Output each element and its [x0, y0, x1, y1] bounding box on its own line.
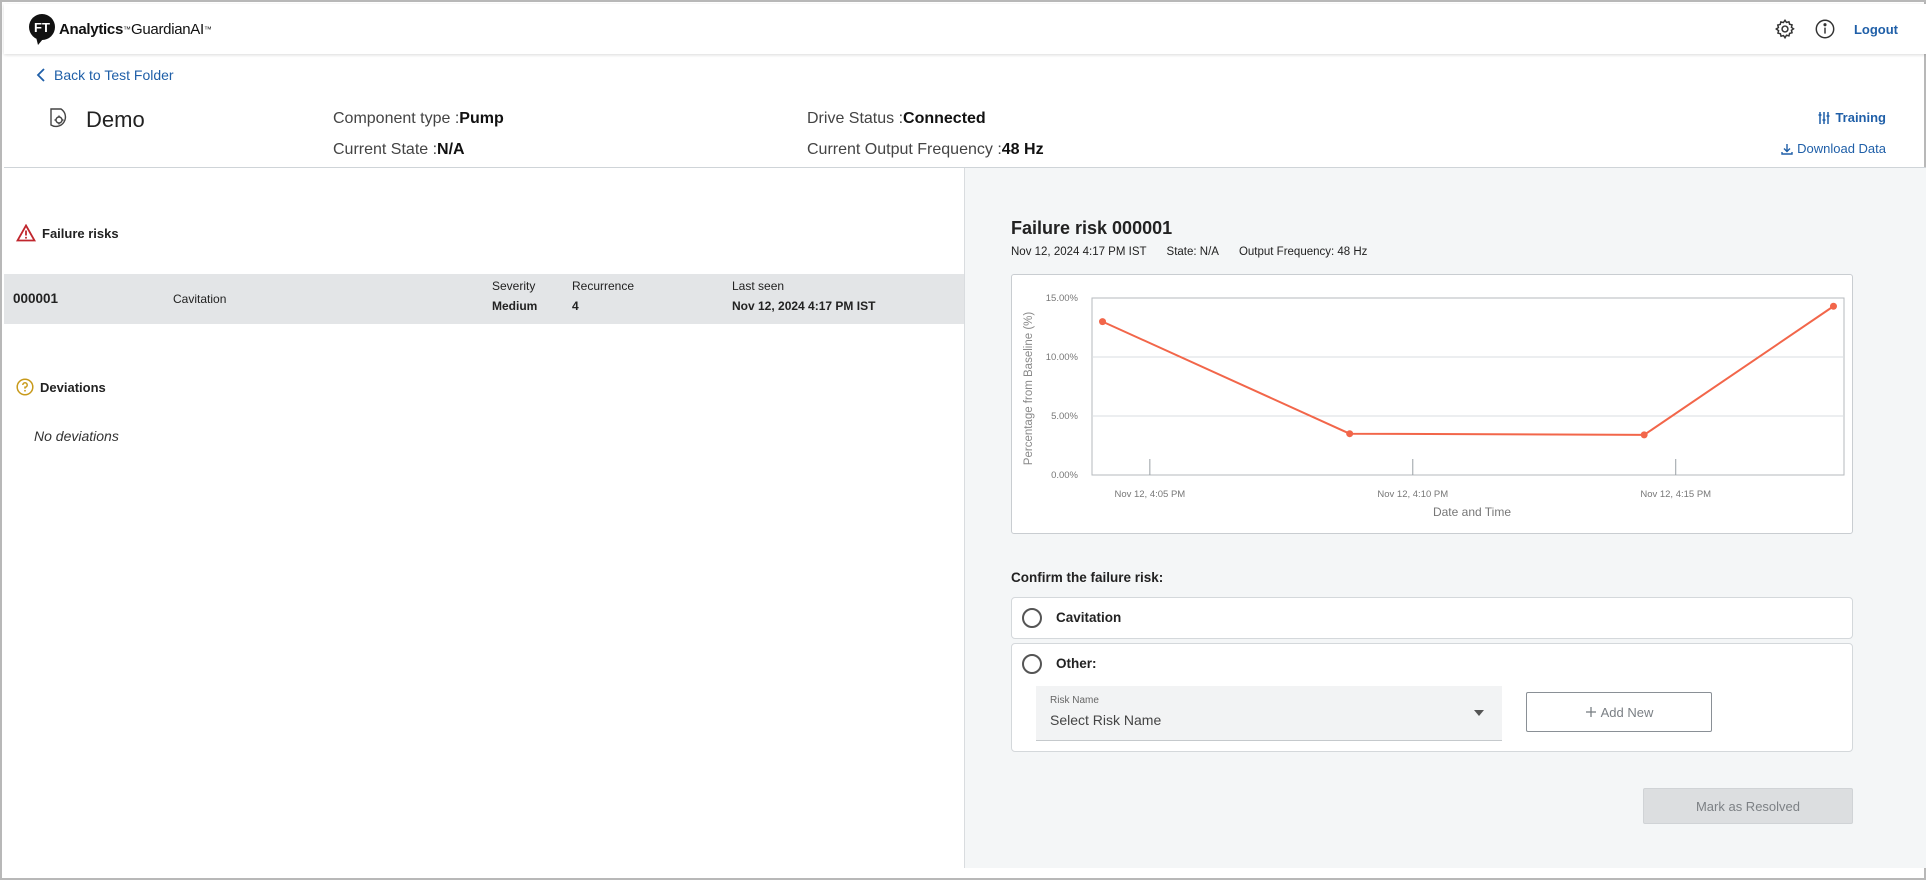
- confirm-risk-label: Confirm the failure risk:: [1011, 570, 1164, 585]
- output-frequency-label: Current Output Frequency :: [807, 141, 1002, 158]
- svg-text:FT: FT: [34, 20, 50, 35]
- back-to-folder-link[interactable]: Back to Test Folder: [36, 67, 174, 83]
- trademark-mark-2: ™: [203, 25, 212, 34]
- brand-name-product: GuardianAI: [131, 21, 204, 38]
- logout-link[interactable]: Logout: [1854, 22, 1898, 37]
- page-title: Demo: [86, 107, 145, 132]
- risk-trend-chart: 0.00% 5.00% 10.00% 15.00% Nov 12, 4:05 PM Nov…: [1011, 274, 1853, 534]
- output-frequency-field: Current Output Frequency :48 Hz: [807, 141, 1044, 159]
- risk-name-label: Risk Name: [1050, 695, 1099, 706]
- top-bar: FT Analytics ™ GuardianAI ™ Logout: [4, 4, 1926, 54]
- y-tick-label: 0.00%: [1051, 470, 1078, 481]
- component-type-field: Component type :Pump: [333, 110, 504, 128]
- page-title-group: Demo: [46, 106, 145, 134]
- last-seen-value: Nov 12, 2024 4:17 PM IST: [732, 299, 876, 313]
- recurrence-label: Recurrence: [572, 279, 635, 293]
- current-state-value: N/A: [437, 141, 465, 158]
- risk-timestamp: Nov 12, 2024 4:17 PM IST: [1011, 246, 1147, 258]
- last-seen-label: Last seen: [732, 279, 785, 293]
- current-state-label: Current State :: [333, 141, 438, 158]
- failure-risks-title: Failure risks: [42, 225, 119, 241]
- mark-as-resolved-button[interactable]: Mark as Resolved: [1643, 788, 1853, 824]
- app-frame: FT Analytics ™ GuardianAI ™ Logout Back …: [0, 0, 1926, 880]
- download-data-link[interactable]: Download Data: [1781, 141, 1886, 156]
- add-new-label: Add New: [1600, 704, 1654, 720]
- failure-risk-row[interactable]: 000001 Cavitation Severity Medium Recurr…: [4, 274, 964, 324]
- pump-component-icon: [50, 108, 67, 128]
- data-point: [1346, 430, 1354, 438]
- risk-id: 000001: [13, 291, 59, 306]
- cavitation-radio[interactable]: [1022, 608, 1042, 628]
- caret-down-icon: [1474, 710, 1484, 716]
- risk-output-frequency: Output Frequency: 48 Hz: [1238, 246, 1368, 258]
- sliders-icon: [1818, 111, 1830, 124]
- plot-area: [1091, 297, 1845, 476]
- settings-gear-icon[interactable]: [1774, 18, 1796, 40]
- top-actions: Logout: [1774, 18, 1898, 40]
- option-cavitation[interactable]: Cavitation: [1011, 597, 1853, 639]
- data-point: [1099, 318, 1107, 326]
- risk-detail-meta: Nov 12, 2024 4:17 PM IST State: N/A Outp…: [1011, 246, 1367, 258]
- drive-status-field: Drive Status :Connected: [807, 110, 986, 128]
- line-chart-svg: 0.00% 5.00% 10.00% 15.00% Nov 12, 4:05 PM Nov…: [1023, 293, 1845, 519]
- component-type-value: Pump: [459, 110, 504, 127]
- mark-as-resolved-label: Mark as Resolved: [1695, 798, 1801, 814]
- y-tick-label: 15.00%: [1046, 293, 1079, 304]
- deviations-heading: Deviations: [16, 378, 106, 396]
- x-axis-label: Date and Time: [1433, 505, 1511, 519]
- output-frequency-value: 48 Hz: [1001, 141, 1044, 158]
- drive-status-value: Connected: [903, 110, 986, 127]
- option-other: Other: Risk Name Select Risk Name Add Ne…: [1011, 643, 1853, 752]
- no-deviations-text: No deviations: [34, 428, 119, 444]
- x-tick-label: Nov 12, 4:05 PM: [1114, 489, 1185, 500]
- download-icon: [1781, 143, 1793, 155]
- x-tick-label: Nov 12, 4:10 PM: [1377, 489, 1448, 500]
- trademark-mark: ™: [123, 25, 131, 34]
- cavitation-option-label: Cavitation: [1056, 610, 1122, 625]
- risk-state: State: N/A: [1166, 246, 1219, 258]
- back-label: Back to Test Folder: [54, 67, 174, 83]
- risk-name-value: Select Risk Name: [1050, 712, 1162, 728]
- drive-status-label: Drive Status :: [807, 110, 904, 127]
- recurrence-value: 4: [572, 299, 579, 313]
- data-point: [1829, 302, 1837, 310]
- other-radio[interactable]: [1022, 654, 1042, 674]
- brand-logo[interactable]: FT Analytics ™ GuardianAI ™: [28, 13, 212, 46]
- failure-risks-heading: Failure risks: [16, 224, 119, 242]
- x-tick-label: Nov 12, 4:15 PM: [1640, 489, 1711, 500]
- ft-logo-icon: FT: [29, 14, 55, 45]
- brand-name-bold: Analytics: [59, 21, 123, 38]
- warning-triangle-icon: [16, 224, 36, 242]
- severity-value: Medium: [492, 299, 538, 313]
- download-label: Download Data: [1797, 141, 1886, 156]
- y-tick-label: 5.00%: [1051, 411, 1078, 422]
- risk-detail-title: Failure risk 000001: [1011, 218, 1173, 238]
- deviations-title: Deviations: [40, 379, 106, 395]
- component-type-label: Component type :: [333, 110, 460, 127]
- risk-name-select[interactable]: Risk Name Select Risk Name: [1036, 686, 1502, 741]
- risk-detail-pane: Failure risk 000001 Nov 12, 2024 4:17 PM…: [964, 168, 1926, 868]
- risks-list-pane: Failure risks 000001 Cavitation Severity…: [4, 168, 964, 870]
- y-axis-label: Percentage from Baseline (%): [1023, 312, 1035, 466]
- y-tick-label: 10.00%: [1046, 352, 1079, 363]
- other-option-label: Other:: [1056, 656, 1097, 671]
- info-icon[interactable]: [1814, 18, 1836, 40]
- chevron-left-icon: [36, 68, 45, 82]
- severity-label: Severity: [492, 279, 536, 293]
- plus-icon: [1585, 707, 1596, 717]
- risk-name: Cavitation: [173, 292, 227, 306]
- training-label: Training: [1835, 110, 1886, 125]
- data-point: [1640, 431, 1648, 439]
- training-link[interactable]: Training: [1817, 110, 1886, 125]
- question-circle-icon: [16, 378, 34, 396]
- current-state-field: Current State :N/A: [333, 141, 465, 159]
- add-new-button[interactable]: Add New: [1526, 692, 1712, 732]
